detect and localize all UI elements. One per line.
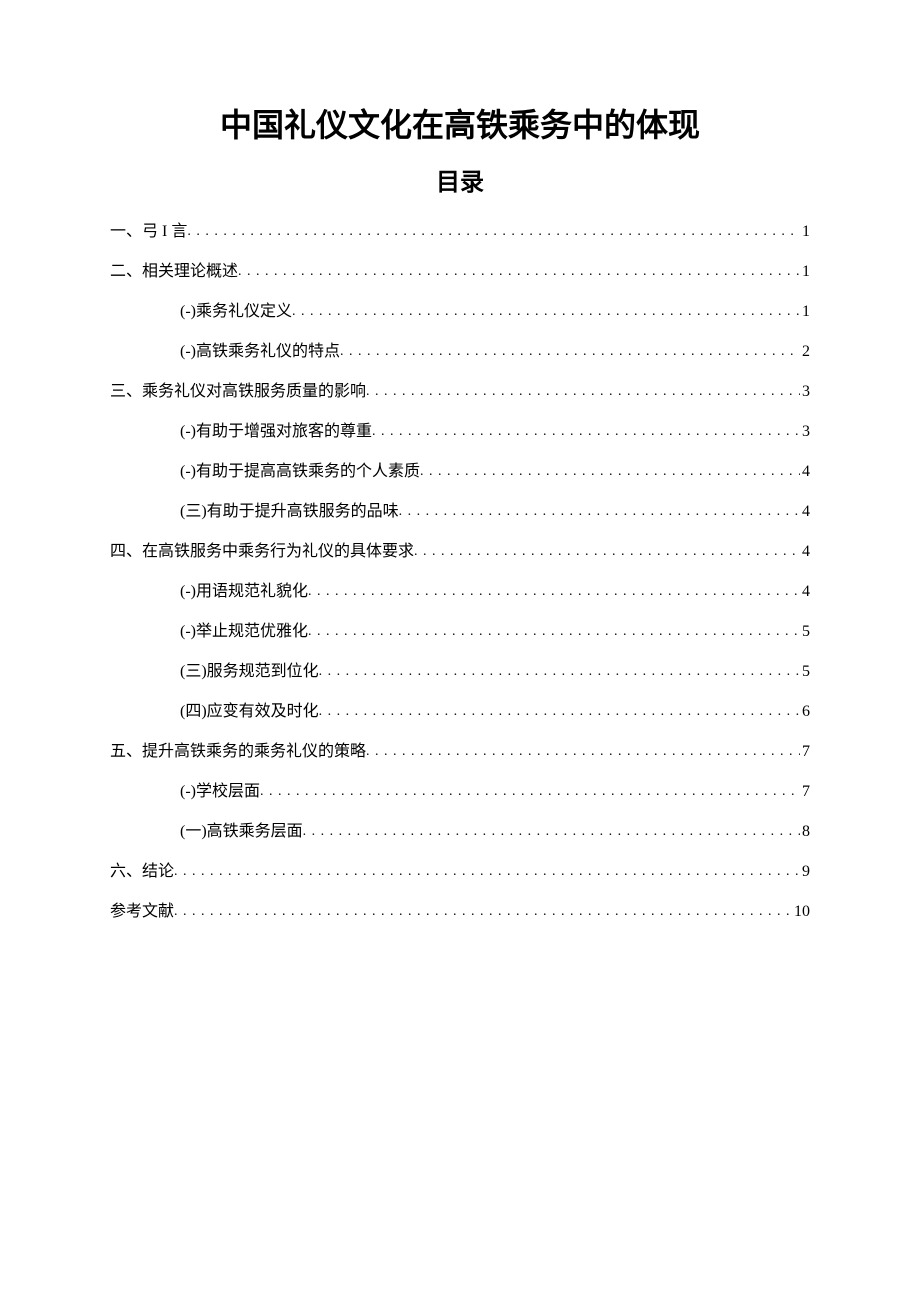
toc-entry-label: (三)服务规范到位化 (180, 657, 319, 681)
toc-leader-dots (414, 544, 800, 560)
toc-entry: (-)举止规范优雅化 5 (110, 617, 810, 641)
toc-entry: 三、乘务礼仪对高铁服务质量的影响 3 (110, 377, 810, 401)
toc-entry-label: 二、相关理论概述 (110, 257, 238, 281)
toc-entry: (一)高铁乘务层面 8 (110, 817, 810, 841)
toc-entry-page: 4 (800, 463, 810, 481)
toc-entry-label: (三)有助于提升高铁服务的品味 (180, 497, 399, 521)
table-of-contents: 一、弓 I 言 1 二、相关理论概述 1 (-)乘务礼仪定义 1 (-)高铁乘务礼仪的特点 2… (110, 217, 810, 921)
toc-entry-page: 9 (800, 863, 810, 881)
toc-entry-page: 1 (800, 263, 810, 281)
toc-entry: (四)应变有效及时化 6 (110, 697, 810, 721)
toc-leader-dots (292, 304, 800, 320)
toc-entry-label: (-)有助于增强对旅客的尊重 (180, 417, 372, 441)
toc-entry: 二、相关理论概述 1 (110, 257, 810, 281)
toc-entry-page: 7 (800, 783, 810, 801)
toc-entry-page: 3 (800, 383, 810, 401)
toc-entry-label: (-)高铁乘务礼仪的特点 (180, 337, 340, 361)
toc-leader-dots (399, 504, 800, 520)
toc-entry: (-)用语规范礼貌化 4 (110, 577, 810, 601)
toc-leader-dots (366, 384, 800, 400)
toc-entry: (-)有助于提高高铁乘务的个人素质 4 (110, 457, 810, 481)
toc-entry-label: 参考文献 (110, 897, 174, 921)
toc-entry: 四、在高铁服务中乘务行为礼仪的具体要求 4 (110, 537, 810, 561)
toc-entry-page: 6 (800, 703, 810, 721)
toc-entry: 参考文献 10 (110, 897, 810, 921)
toc-entry-label: (-)举止规范优雅化 (180, 617, 308, 641)
toc-entry: 五、提升高铁乘务的乘务礼仪的策略 7 (110, 737, 810, 761)
toc-leader-dots (340, 344, 800, 360)
toc-heading: 目录 (110, 162, 810, 197)
toc-entry: 一、弓 I 言 1 (110, 217, 810, 241)
toc-leader-dots (308, 584, 800, 600)
toc-leader-dots (174, 904, 792, 920)
toc-leader-dots (366, 744, 800, 760)
toc-leader-dots (372, 424, 800, 440)
toc-entry: (-)高铁乘务礼仪的特点 2 (110, 337, 810, 361)
toc-entry: (-)有助于增强对旅客的尊重 3 (110, 417, 810, 441)
toc-leader-dots (260, 784, 800, 800)
toc-leader-dots (319, 704, 800, 720)
toc-entry-page: 5 (800, 663, 810, 681)
toc-entry: (-)乘务礼仪定义 1 (110, 297, 810, 321)
toc-leader-dots (420, 464, 800, 480)
toc-entry-label: 一、弓 I 言 (110, 217, 187, 241)
toc-leader-dots (303, 824, 800, 840)
toc-entry-page: 3 (800, 423, 810, 441)
toc-entry-page: 4 (800, 583, 810, 601)
toc-leader-dots (238, 264, 800, 280)
toc-entry-label: (-)有助于提高高铁乘务的个人素质 (180, 457, 420, 481)
toc-entry-label: 五、提升高铁乘务的乘务礼仪的策略 (110, 737, 366, 761)
toc-entry: (三)服务规范到位化 5 (110, 657, 810, 681)
toc-entry-page: 8 (800, 823, 810, 841)
toc-entry-label: (-)学校层面 (180, 777, 260, 801)
toc-leader-dots (319, 664, 800, 680)
toc-leader-dots (174, 864, 800, 880)
toc-entry-page: 7 (800, 743, 810, 761)
toc-entry-label: (四)应变有效及时化 (180, 697, 319, 721)
toc-entry: (-)学校层面 7 (110, 777, 810, 801)
toc-entry-page: 5 (800, 623, 810, 641)
toc-entry-label: 六、结论 (110, 857, 174, 881)
toc-entry-label: (-)用语规范礼貌化 (180, 577, 308, 601)
toc-entry: 六、结论 9 (110, 857, 810, 881)
toc-entry-page: 1 (800, 223, 810, 241)
document-title: 中国礼仪文化在高铁乘务中的体现 (110, 100, 810, 146)
toc-entry-label: 三、乘务礼仪对高铁服务质量的影响 (110, 377, 366, 401)
toc-entry-label: (-)乘务礼仪定义 (180, 297, 292, 321)
toc-leader-dots (308, 624, 800, 640)
toc-entry: (三)有助于提升高铁服务的品味 4 (110, 497, 810, 521)
toc-leader-dots (187, 224, 800, 240)
toc-entry-page: 4 (800, 543, 810, 561)
toc-entry-page: 4 (800, 503, 810, 521)
toc-entry-label: (一)高铁乘务层面 (180, 817, 303, 841)
toc-entry-page: 2 (800, 343, 810, 361)
toc-entry-label: 四、在高铁服务中乘务行为礼仪的具体要求 (110, 537, 414, 561)
toc-entry-page: 1 (800, 303, 810, 321)
toc-entry-page: 10 (792, 903, 810, 921)
